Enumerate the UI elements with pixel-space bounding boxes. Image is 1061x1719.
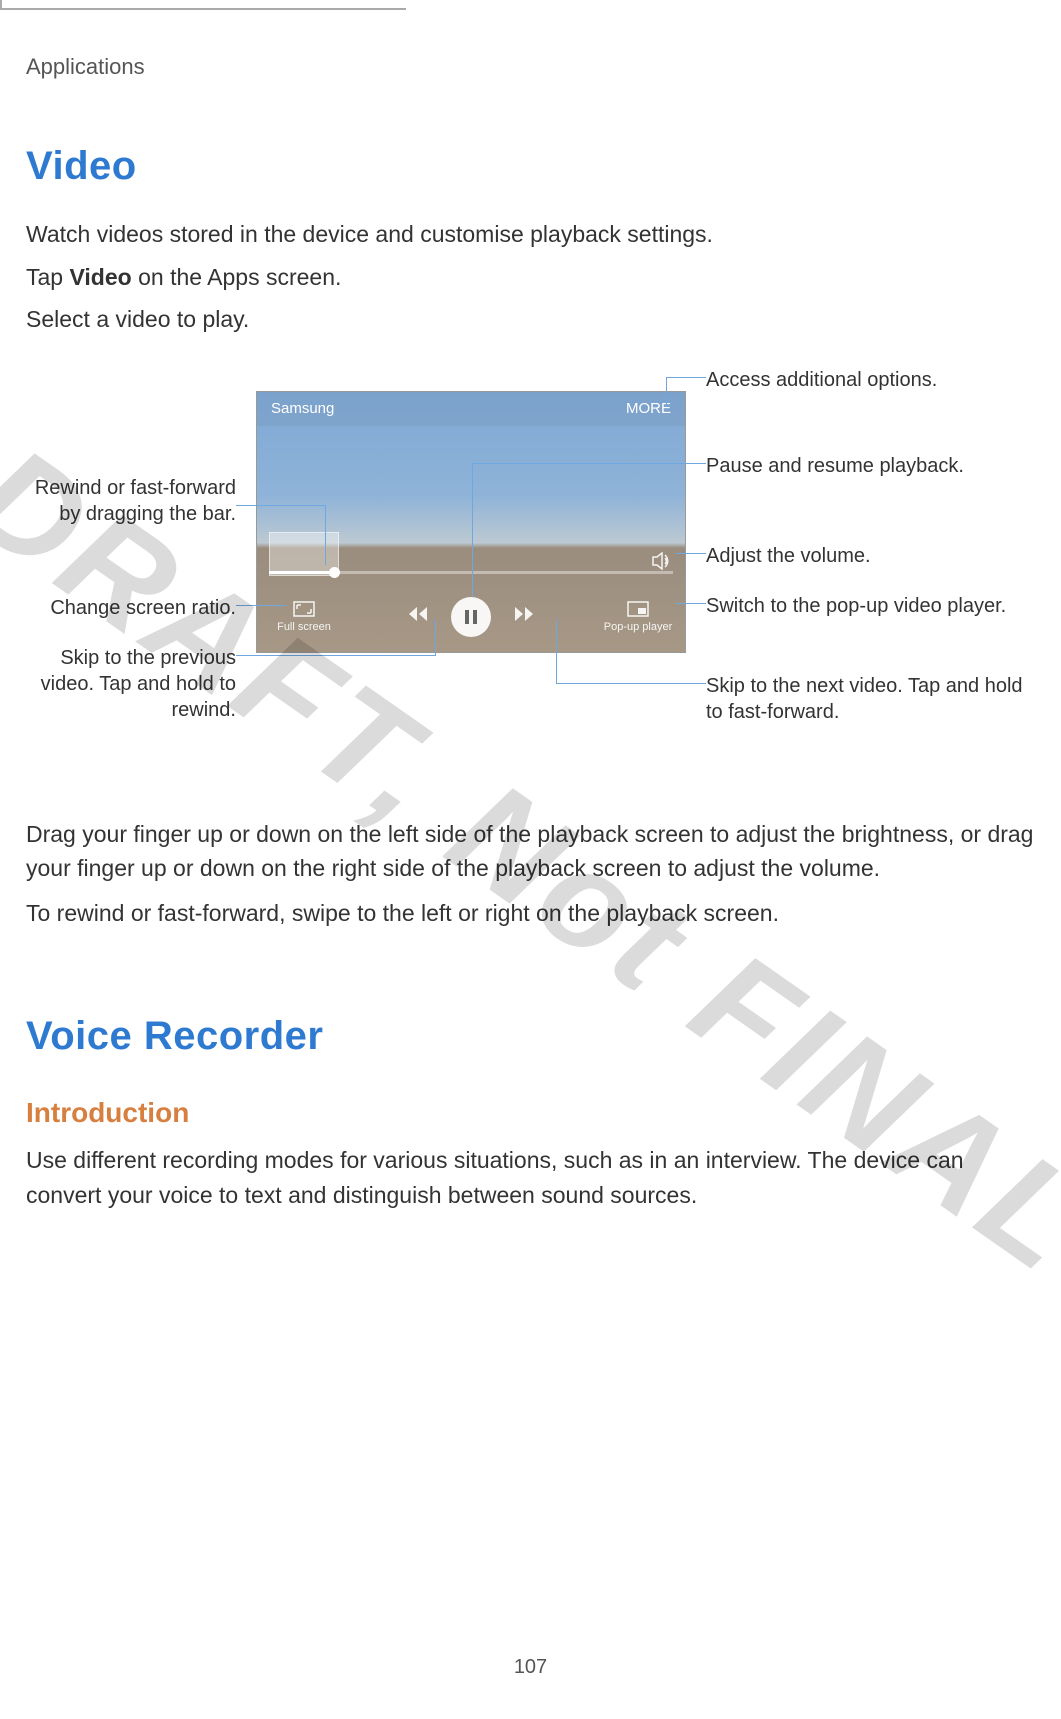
lead-line [666, 377, 667, 407]
transport-controls [407, 597, 535, 637]
callout-rewind-bar: Rewind or fast-forward by dragging the b… [26, 475, 236, 527]
text-bold: Video [69, 264, 131, 290]
popup-label: Pop-up player [604, 621, 673, 633]
skip-previous-button[interactable] [407, 605, 429, 628]
more-button[interactable]: MORE [626, 400, 671, 417]
lead-line [236, 505, 326, 506]
callout-switch-popup: Switch to the pop-up video player. [706, 593, 1026, 619]
page: Applications Video Watch videos stored i… [0, 0, 1061, 1212]
lead-line [325, 505, 326, 565]
popup-icon [627, 601, 649, 617]
lead-line [556, 619, 557, 684]
voice-intro-text: Use different recording modes for variou… [26, 1143, 1035, 1212]
lead-line [676, 553, 706, 554]
callout-skip-prev: Skip to the previous video. Tap and hold… [26, 645, 236, 723]
video-drag-text: Drag your finger up or down on the left … [26, 817, 1035, 886]
fullscreen-label: Full screen [277, 621, 331, 633]
callout-pause-resume: Pause and resume playback. [706, 453, 1006, 479]
lead-line [666, 377, 706, 378]
screenshot-header: Samsung MORE [257, 392, 685, 426]
progress-bar[interactable] [269, 562, 673, 582]
page-number: 107 [0, 1656, 1061, 1679]
video-figure: Samsung MORE Full screen [26, 357, 1035, 777]
popup-player-button[interactable]: Pop-up player [603, 601, 673, 633]
pause-icon [465, 610, 477, 624]
subsection-introduction: Introduction [26, 1097, 1035, 1129]
lead-line [472, 463, 473, 597]
lead-line [435, 619, 436, 656]
callout-access-more: Access additional options. [706, 367, 1006, 393]
lead-line [676, 603, 706, 604]
video-select-text: Select a video to play. [26, 302, 1035, 337]
callout-change-ratio: Change screen ratio. [26, 595, 236, 621]
progress-fill [269, 571, 333, 574]
progress-thumb[interactable] [329, 567, 340, 578]
video-player-screenshot: Samsung MORE Full screen [256, 391, 686, 653]
lead-line [556, 683, 706, 684]
lead-line [472, 463, 706, 464]
lead-line [236, 605, 286, 606]
fullscreen-icon [293, 601, 315, 617]
section-heading-voice: Voice Recorder [26, 1014, 1035, 1059]
video-tap-text: Tap Video on the Apps screen. [26, 260, 1035, 295]
chapter-title: Applications [26, 54, 1035, 80]
screenshot-title: Samsung [271, 400, 334, 417]
skip-next-button[interactable] [513, 605, 535, 628]
section-heading-video: Video [26, 144, 1035, 189]
callout-skip-next: Skip to the next video. Tap and hold to … [706, 673, 1026, 725]
lead-line [236, 655, 436, 656]
screenshot-controls: Full screen Pop-up player [257, 582, 685, 652]
video-intro-text: Watch videos stored in the device and cu… [26, 217, 1035, 252]
text-pre: Tap [26, 264, 69, 290]
video-swipe-text: To rewind or fast-forward, swipe to the … [26, 896, 1035, 931]
page-rule [0, 0, 406, 10]
text-post: on the Apps screen. [132, 264, 342, 290]
pause-button[interactable] [451, 597, 491, 637]
callout-adjust-volume: Adjust the volume. [706, 543, 1006, 569]
